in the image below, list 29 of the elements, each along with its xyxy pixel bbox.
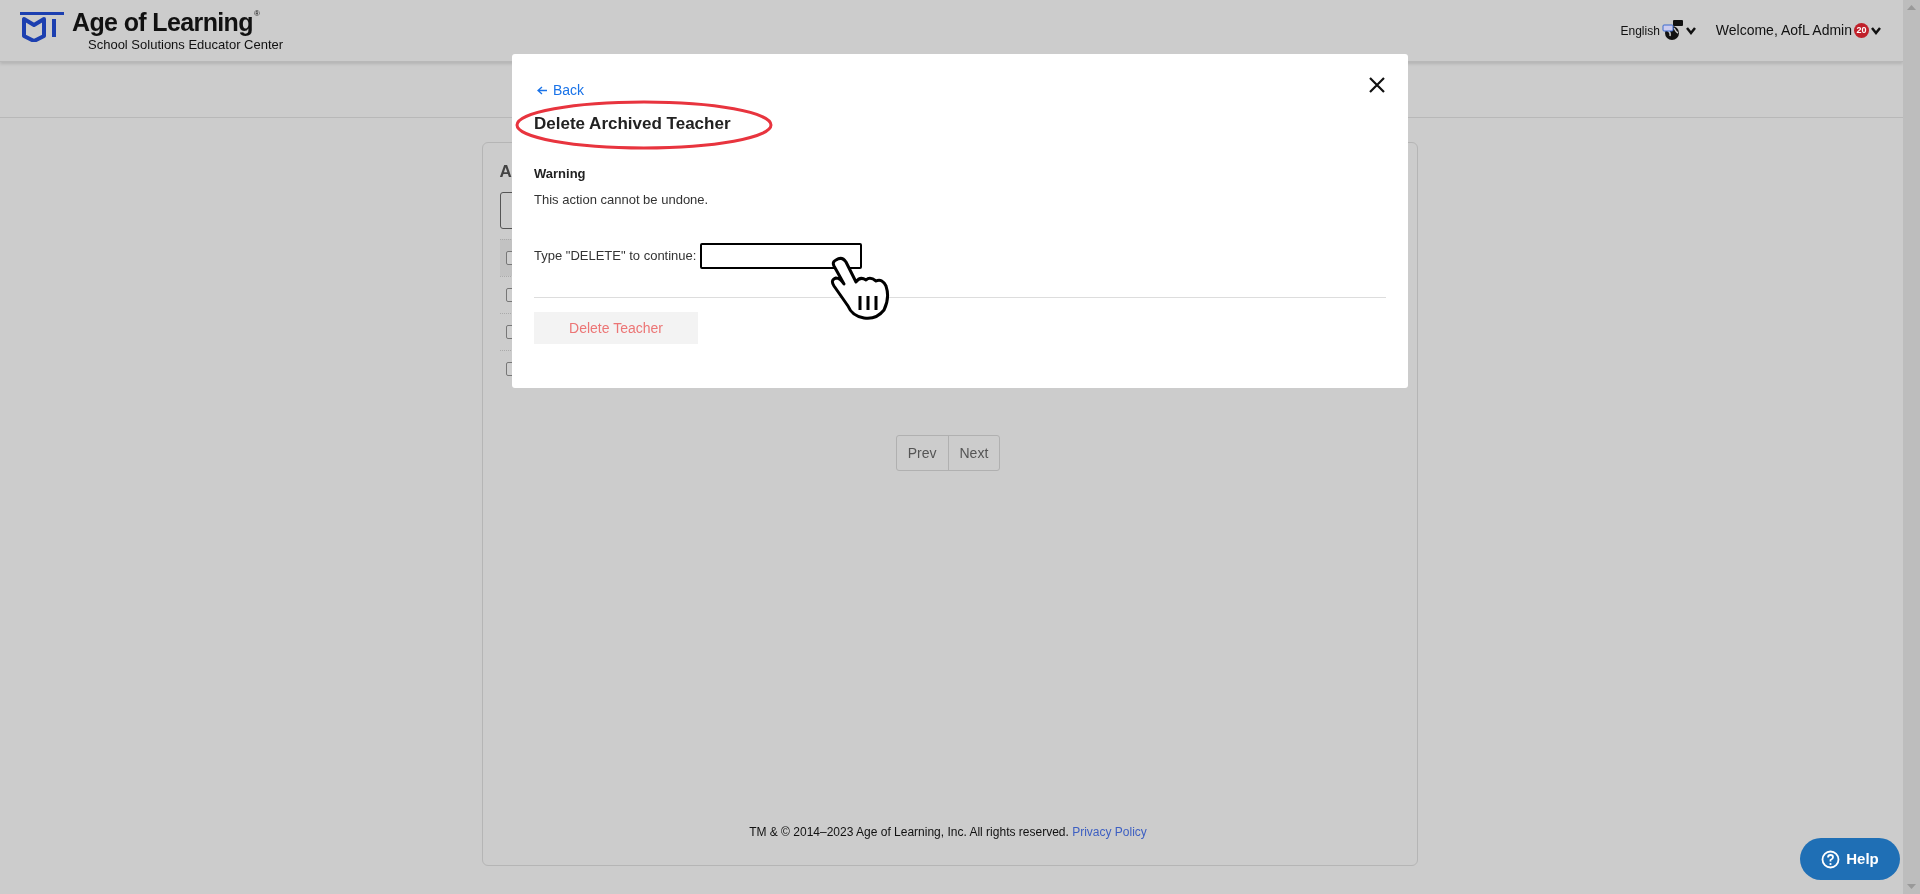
- warning-heading: Warning: [534, 165, 586, 183]
- registered-mark: ®: [253, 10, 260, 18]
- help-button[interactable]: Help: [1800, 838, 1900, 880]
- user-menu[interactable]: Welcome, AofL Admin 20: [1715, 20, 1881, 41]
- card-title: A: [499, 163, 512, 180]
- chevron-down-icon: [1871, 26, 1881, 35]
- scroll-down-icon[interactable]: [1907, 884, 1916, 889]
- question-icon: [1821, 849, 1841, 869]
- close-icon[interactable]: [1368, 76, 1386, 94]
- pagination-button[interactable]: Prev: [896, 436, 948, 470]
- hand-cursor-icon: [830, 256, 892, 322]
- notification-badge: 20: [1854, 23, 1869, 38]
- pagination-button[interactable]: Next: [947, 436, 1000, 470]
- confirm-input-field[interactable]: [700, 243, 863, 269]
- arrow-left-icon: [537, 86, 547, 95]
- scroll-up-icon[interactable]: [1907, 5, 1916, 10]
- brand-subtitle: School Solutions Educator Center: [88, 38, 284, 51]
- warning-text: This action cannot be undone.: [534, 190, 709, 209]
- scrollbar[interactable]: [1903, 0, 1920, 894]
- modal-title: Delete Archived Teacher: [534, 115, 731, 132]
- logo-icon: [20, 12, 64, 42]
- chevron-down-icon: [1685, 26, 1696, 35]
- copyright-text: TM & © 2014–2023 Age of Learning, Inc. All rights reserved. Privacy Policy: [748, 824, 1148, 841]
- language-selector[interactable]: English: [1620, 19, 1696, 42]
- brand-name: Age of Learning: [72, 10, 253, 35]
- globe-chat-icon: [1661, 19, 1684, 42]
- privacy-policy-link[interactable]: Privacy Policy: [1072, 825, 1147, 839]
- back-link[interactable]: Back: [537, 80, 585, 101]
- confirm-prompt: Type "DELETE" to continue:: [534, 247, 697, 266]
